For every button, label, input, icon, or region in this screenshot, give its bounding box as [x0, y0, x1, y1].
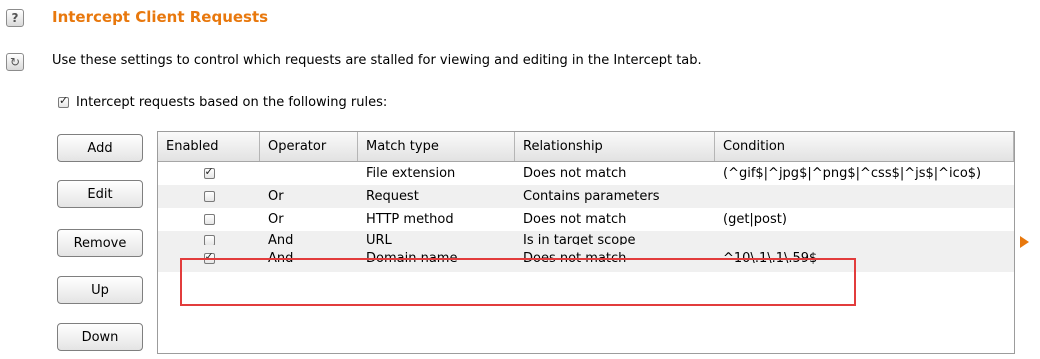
table-row[interactable]: And Domain name Does not match ^10\.1\.1… [158, 245, 1014, 272]
column-header-relationship[interactable]: Relationship [515, 132, 715, 161]
help-icon[interactable]: ? [6, 9, 24, 27]
row-enabled-checkbox[interactable] [203, 235, 215, 245]
row-enabled-checkbox[interactable] [203, 214, 215, 225]
remove-button[interactable]: Remove [57, 229, 143, 257]
row-match-type: HTTP method [366, 212, 454, 227]
intercept-rules-checkbox[interactable] [58, 94, 69, 108]
row-condition: (get|post) [723, 212, 787, 227]
row-match-type: File extension [366, 166, 456, 181]
row-operator: And [268, 251, 294, 266]
column-header-operator[interactable]: Operator [260, 132, 358, 161]
intercept-rules-toggle[interactable]: Intercept requests based on the followin… [58, 94, 388, 110]
table-row[interactable]: And URL Is in target scope [158, 231, 1014, 245]
expand-arrow-icon[interactable] [1020, 236, 1029, 248]
column-header-enabled[interactable]: Enabled [158, 132, 260, 161]
row-relationship: Is in target scope [523, 233, 636, 245]
column-header-condition[interactable]: Condition [715, 132, 1014, 161]
row-condition: (^gif$|^jpg$|^png$|^css$|^js$|^ico$) [723, 166, 982, 181]
add-button[interactable]: Add [57, 134, 143, 162]
row-relationship: Contains parameters [523, 189, 660, 204]
edit-button[interactable]: Edit [57, 180, 143, 208]
page-title: Intercept Client Requests [52, 8, 269, 26]
column-header-match-type[interactable]: Match type [358, 132, 515, 161]
row-match-type: Request [366, 189, 419, 204]
row-relationship: Does not match [523, 212, 627, 227]
row-match-type: Domain name [366, 251, 458, 266]
row-enabled-checkbox[interactable] [203, 166, 215, 179]
intercept-rules-label: Intercept requests based on the followin… [76, 95, 388, 110]
row-enabled-checkbox[interactable] [203, 251, 215, 264]
table-row[interactable]: Or Request Contains parameters [158, 185, 1014, 208]
row-match-type: URL [366, 233, 392, 245]
row-operator: And [268, 233, 294, 245]
row-relationship: Does not match [523, 166, 627, 181]
down-button[interactable]: Down [57, 323, 143, 351]
table-row[interactable]: File extension Does not match (^gif$|^jp… [158, 162, 1014, 185]
table-header: Enabled Operator Match type Relationship… [158, 132, 1014, 162]
table-row[interactable]: Or HTTP method Does not match (get|post) [158, 208, 1014, 231]
row-enabled-checkbox[interactable] [203, 191, 215, 202]
row-operator: Or [268, 212, 284, 227]
rules-table: Enabled Operator Match type Relationship… [157, 131, 1015, 354]
row-relationship: Does not match [523, 251, 627, 266]
refresh-icon[interactable]: ↻ [6, 53, 24, 71]
up-button[interactable]: Up [57, 276, 143, 304]
row-operator: Or [268, 189, 284, 204]
row-condition: ^10\.1\.1\.59$ [723, 251, 818, 266]
page-description: Use these settings to control which requ… [52, 53, 702, 68]
